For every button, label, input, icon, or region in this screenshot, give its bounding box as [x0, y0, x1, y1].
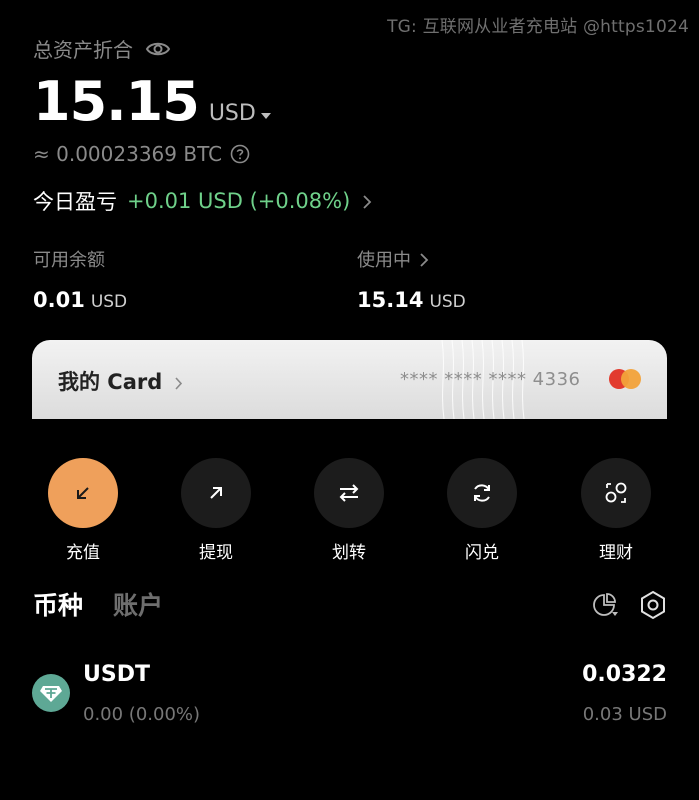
coin-usd-value: 0.03 USD	[582, 704, 667, 725]
chevron-right-icon	[174, 375, 183, 390]
action-swap[interactable]: 闪兑	[437, 458, 527, 563]
chevron-right-icon	[362, 194, 372, 209]
wallet-page: TG: 互联网从业者充电站 @https1024 总资产折合 15.15 USD…	[0, 0, 699, 800]
currency-selector[interactable]: USD	[209, 101, 256, 126]
action-transfer[interactable]: 划转	[304, 458, 394, 563]
finance-icon	[581, 458, 651, 528]
card-number: **** **** **** 4336	[400, 369, 581, 390]
in-use-label: 使用中	[357, 250, 411, 271]
action-label: 闪兑	[465, 543, 499, 563]
available-balance: 可用余额 0.01 USD	[33, 246, 127, 312]
tab-accounts[interactable]: 账户	[113, 586, 163, 622]
arrow-up-right-icon	[181, 458, 251, 528]
my-card-banner[interactable]: 我的 Card **** **** **** 4336	[32, 340, 667, 419]
asset-tabs: 币种 账户	[33, 586, 163, 622]
in-use-balance[interactable]: 使用中 15.14 USD	[357, 246, 466, 312]
caret-down-icon[interactable]	[260, 105, 272, 119]
card-title-row: 我的 Card	[58, 366, 183, 396]
daily-pnl-row[interactable]: 今日盈亏 +0.01 USD (+0.08%)	[33, 186, 372, 216]
settings-icon[interactable]	[638, 590, 668, 620]
total-assets-header: 总资产折合	[33, 34, 171, 63]
available-balance-value: 0.01	[33, 288, 85, 312]
action-label: 划转	[332, 543, 366, 563]
total-balance: 15.15	[33, 70, 200, 133]
available-balance-label: 可用余额	[33, 250, 105, 271]
action-label: 提现	[199, 543, 233, 563]
arrow-down-left-icon	[48, 458, 118, 528]
action-finance[interactable]: 理财	[571, 458, 661, 563]
eye-icon[interactable]	[145, 40, 171, 58]
pie-chart-icon[interactable]	[590, 590, 620, 620]
action-label: 充值	[66, 543, 100, 563]
balance-row: 15.15 USD	[33, 70, 272, 133]
total-assets-label: 总资产折合	[33, 38, 133, 62]
refresh-icon	[447, 458, 517, 528]
help-icon[interactable]	[230, 144, 250, 164]
btc-equivalent-row: ≈ 0.00023369 BTC	[33, 142, 250, 166]
in-use-unit: USD	[429, 292, 466, 312]
quick-actions: 充值 提现 划转 闪兑 理财	[0, 458, 699, 568]
action-deposit[interactable]: 充值	[38, 458, 128, 563]
watermark: TG: 互联网从业者充电站 @https1024	[387, 17, 689, 37]
btc-equivalent: ≈ 0.00023369 BTC	[33, 142, 223, 166]
coin-name: USDT	[83, 662, 150, 687]
action-label: 理财	[599, 543, 633, 563]
in-use-value: 15.14	[357, 288, 424, 312]
card-title: 我的 Card	[58, 370, 163, 394]
transfer-icon	[314, 458, 384, 528]
coin-amount: 0.0322	[582, 662, 667, 687]
daily-pnl-label: 今日盈亏	[33, 190, 117, 214]
list-tools	[590, 590, 668, 620]
daily-pnl-value: +0.01 USD (+0.08%)	[127, 189, 351, 213]
mastercard-icon	[609, 369, 641, 389]
chevron-right-icon	[419, 252, 429, 267]
list-item[interactable]: USDT 0.00 (0.00%) 0.0322 0.03 USD	[32, 660, 667, 730]
available-balance-unit: USD	[90, 292, 128, 312]
tab-coins[interactable]: 币种	[33, 586, 83, 622]
coin-change: 0.00 (0.00%)	[83, 704, 201, 725]
tether-icon	[32, 674, 70, 712]
action-withdraw[interactable]: 提现	[171, 458, 261, 563]
